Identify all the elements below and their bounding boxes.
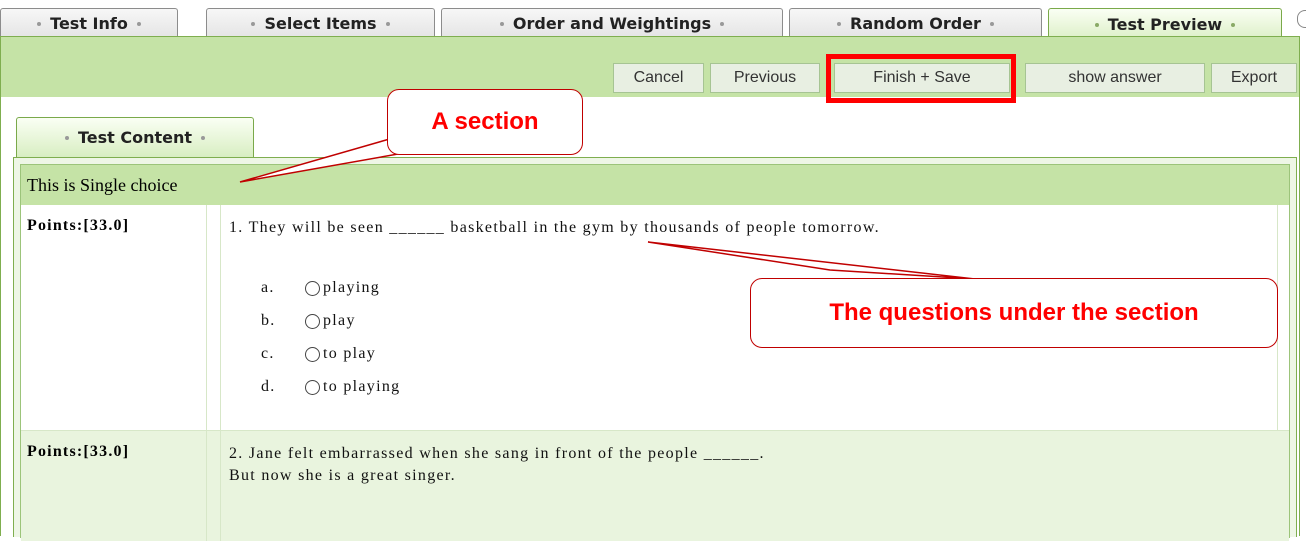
radio-button[interactable]	[305, 280, 320, 296]
tab-label: Order and Weightings	[512, 14, 712, 33]
option-text: playing	[323, 279, 381, 296]
tab-dot-icon	[499, 21, 504, 26]
radio-button[interactable]	[305, 313, 320, 329]
option-d[interactable]: d. to playing	[261, 378, 400, 396]
tab-dot-icon	[251, 21, 256, 26]
option-letter: a.	[261, 279, 275, 296]
tab-test-info[interactable]: Test Info	[0, 8, 178, 38]
tab-dot-icon	[64, 135, 69, 140]
tab-label: Select Items	[264, 14, 377, 33]
tab-dot-icon	[385, 21, 390, 26]
export-button[interactable]: Export	[1211, 63, 1297, 93]
row-right-edge	[1277, 205, 1289, 430]
option-text: play	[323, 312, 356, 329]
tab-dot-icon	[837, 21, 842, 26]
option-c[interactable]: c. to play	[261, 345, 376, 363]
action-toolbar: Cancel Previous Finish + Save show answe…	[1, 37, 1299, 97]
option-letter: b.	[261, 312, 276, 329]
radio-button[interactable]	[305, 379, 320, 395]
row-spacer	[207, 205, 221, 430]
option-text: to playing	[323, 378, 401, 395]
row-spacer	[207, 431, 221, 541]
radio-button[interactable]	[305, 346, 320, 362]
tab-dot-icon	[37, 21, 42, 26]
question-points: Points:[33.0]	[21, 431, 207, 541]
tab-label: Random Order	[850, 14, 981, 33]
section-title: This is Single choice	[21, 165, 1289, 205]
question-text: 2. Jane felt embarrassed when she sang i…	[229, 445, 765, 484]
tab-dot-icon	[1094, 22, 1099, 27]
wizard-tabs: Test Info Select Items Order and Weighti…	[0, 0, 1306, 40]
tab-label: Test Content	[77, 128, 193, 147]
previous-button[interactable]: Previous	[710, 63, 820, 93]
questions-callout: The questions under the section	[750, 278, 1278, 348]
section-container: This is Single choice Points:[33.0] 1. T…	[20, 164, 1290, 541]
option-letter: c.	[261, 345, 275, 362]
option-text: to play	[323, 345, 377, 362]
tab-random-order[interactable]: Random Order	[789, 8, 1042, 38]
tab-dot-icon	[720, 21, 725, 26]
tab-test-content[interactable]: Test Content	[16, 117, 254, 157]
tab-dot-icon	[201, 135, 206, 140]
tab-select-items[interactable]: Select Items	[206, 8, 435, 38]
tab-dot-icon	[1231, 22, 1236, 27]
tab-order-weightings[interactable]: Order and Weightings	[441, 8, 783, 38]
tab-dot-icon	[136, 21, 141, 26]
highlight-box	[826, 54, 1016, 103]
show-answer-button[interactable]: show answer	[1025, 63, 1205, 93]
question-row: Points:[33.0] 2. Jane felt embarrassed w…	[21, 431, 1289, 541]
option-letter: d.	[261, 378, 276, 395]
question-text: 1. They will be seen ______ basketball i…	[229, 219, 880, 236]
tab-scroll-edge[interactable]	[1297, 10, 1306, 28]
tab-label: Test Info	[50, 14, 128, 33]
cancel-button[interactable]: Cancel	[613, 63, 704, 93]
option-b[interactable]: b. play	[261, 312, 356, 330]
question-points: Points:[33.0]	[21, 205, 207, 430]
option-a[interactable]: a. playing	[261, 279, 380, 297]
tab-dot-icon	[989, 21, 994, 26]
section-callout: A section	[387, 89, 583, 155]
tab-label: Test Preview	[1107, 15, 1223, 34]
